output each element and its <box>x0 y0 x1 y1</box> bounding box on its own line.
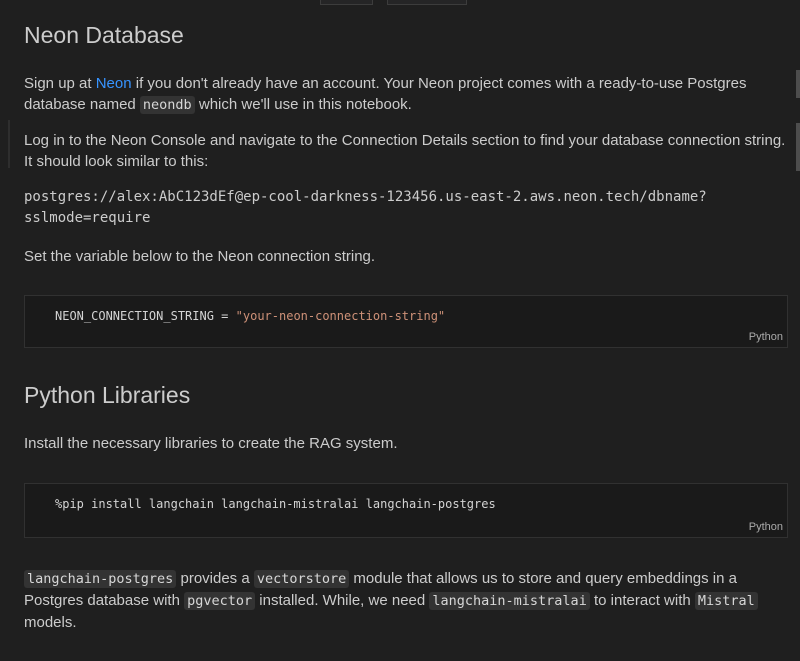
toolbar-tab-left[interactable] <box>320 0 373 5</box>
neon-link[interactable]: Neon <box>96 75 132 92</box>
install-libraries-paragraph: Install the necessary libraries to creat… <box>24 435 398 452</box>
inline-code-vectorstore: vectorstore <box>253 570 350 588</box>
description-text: provides a <box>176 570 254 587</box>
cell-focus-indicator <box>8 120 10 168</box>
connection-string-line-2: sslmode=require <box>24 210 151 226</box>
variable-name: NEON_CONNECTION_STRING <box>55 309 214 323</box>
description-text: to interact with <box>589 592 695 609</box>
scrollbar-thumb[interactable] <box>796 123 800 171</box>
code-line[interactable]: NEON_CONNECTION_STRING = "your-neon-conn… <box>55 309 445 323</box>
assignment-operator: = <box>213 309 236 323</box>
toolbar-tab-right[interactable] <box>387 0 467 5</box>
code-cell-pip-install[interactable]: %pip install langchain langchain-mistral… <box>24 483 788 538</box>
connection-string-example: postgres://alex:AbC123dEf@ep-cool-darkne… <box>24 187 788 229</box>
pip-install-code[interactable]: %pip install langchain langchain-mistral… <box>55 497 496 511</box>
connection-string-line-1: postgres://alex:AbC123dEf@ep-cool-darkne… <box>24 189 707 205</box>
libraries-description-paragraph: langchain-postgres provides a vectorstor… <box>24 568 788 633</box>
code-cell-neon-connection[interactable]: NEON_CONNECTION_STRING = "your-neon-conn… <box>24 295 788 348</box>
cell-language-label[interactable]: Python <box>749 331 783 343</box>
scrollbar-marker-top[interactable] <box>796 70 800 98</box>
inline-code-langchain-postgres: langchain-postgres <box>24 570 177 588</box>
signup-text-post: which we'll use in this notebook. <box>194 96 412 113</box>
neondb-inline-code: neondb <box>139 96 195 114</box>
signup-text-pre: Sign up at <box>24 75 96 92</box>
cell-language-label[interactable]: Python <box>749 521 783 533</box>
inline-code-mistral: Mistral <box>694 592 758 610</box>
string-literal: "your-neon-connection-string" <box>235 309 446 323</box>
description-text: models. <box>24 614 77 631</box>
python-libraries-heading: Python Libraries <box>24 382 191 408</box>
inline-code-pgvector: pgvector <box>184 592 256 610</box>
login-paragraph: Log in to the Neon Console and navigate … <box>24 132 786 170</box>
neon-database-heading: Neon Database <box>24 22 184 48</box>
signup-paragraph: Sign up at Neon if you don't already hav… <box>24 73 788 116</box>
inline-code-langchain-mistralai: langchain-mistralai <box>429 592 590 610</box>
set-variable-paragraph: Set the variable below to the Neon conne… <box>24 248 376 265</box>
notebook-view: Neon Database Sign up at Neon if you don… <box>0 0 800 661</box>
description-text: installed. While, we need <box>255 592 430 609</box>
